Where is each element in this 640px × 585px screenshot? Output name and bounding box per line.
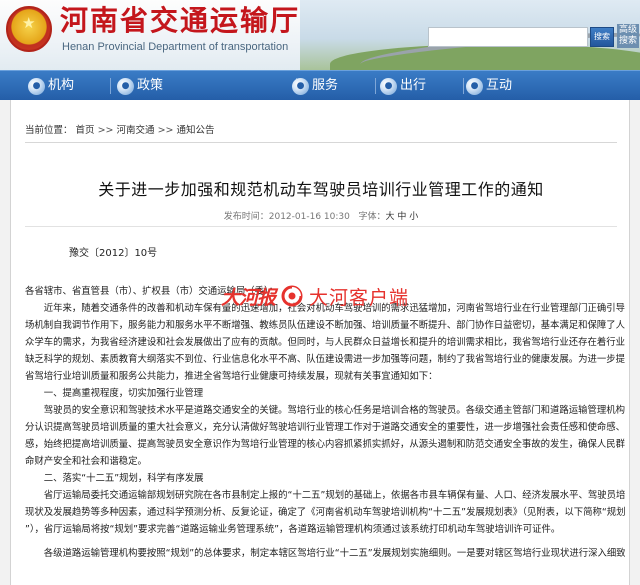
article-title: 关于进一步加强和规范机动车驾驶员培训行业管理工作的通知 xyxy=(98,180,544,199)
breadcrumb-henan-transport-link[interactable]: 河南交通 xyxy=(117,125,155,136)
dahe-client-logo: 大河客户端 xyxy=(309,286,410,309)
main-nav: ● 机构 ● 政策 ● 服务 ● 出行 ● 互动 xyxy=(0,70,640,100)
breadcrumb-separator: >> xyxy=(97,125,114,136)
nav-item-label: 机构 xyxy=(48,78,75,93)
article-line: 驾驶员的安全意识和驾驶技术水平是道路交通安全的关键。驾培行业的核心任务是培训合格… xyxy=(25,405,625,416)
services-icon: ● xyxy=(292,77,309,95)
search-input[interactable] xyxy=(428,27,588,47)
nav-divider xyxy=(463,78,464,94)
site-subtitle: Henan Provincial Department of transport… xyxy=(62,41,289,53)
article-line: 场机制自我调节作用下，服务能力和服务水平不断增强、教练员队伍建设不断加强、培训质… xyxy=(25,320,625,331)
breadcrumb-notices-link[interactable]: 通知公告 xyxy=(177,125,215,136)
article-line: ”），省厅运输局将按“规划”要求完善“道路运输业务管理系统”，各道路运输管理机构… xyxy=(25,524,561,535)
travel-icon: ● xyxy=(380,77,397,95)
meta-divider xyxy=(25,226,617,227)
article-line: 二、落实“十二五”规划，科学有序发展 xyxy=(25,473,204,484)
font-size-medium[interactable]: 中 xyxy=(397,212,406,222)
article-line: 各级道路运输管理机构要按照“规划”的总体要求，制定本辖区驾培行业“十二五”发展规… xyxy=(25,548,625,559)
publish-time: 2012-01-16 10:30 xyxy=(268,212,350,222)
search-button[interactable]: 搜索 xyxy=(590,27,614,47)
advanced-search-link[interactable]: 高级搜索 xyxy=(617,24,639,48)
content-page: 当前位置： 首页 >> 河南交通 >> 通知公告 关于进一步加强和规范机动车驾驶… xyxy=(10,100,630,585)
nav-item-interaction[interactable]: ● 互动 xyxy=(466,71,512,101)
breadcrumb-home-link[interactable]: 首页 xyxy=(76,125,95,136)
policy-icon: ● xyxy=(117,77,134,95)
dahe-newspaper-logo: 大河报 xyxy=(221,286,276,309)
article-meta: 发布时间：2012-01-16 10:30 字体：大 中 小 xyxy=(11,211,631,223)
interaction-icon: ● xyxy=(466,77,483,95)
article-line: 缺乏科学的规划、素质教育大纲落实不到位、行业信息化水平不高、队伍建设需进一步加强… xyxy=(25,354,625,365)
breadcrumb-prefix: 当前位置： xyxy=(25,125,73,136)
dahe-swirl-icon xyxy=(281,285,303,307)
search-button-label: 搜索 xyxy=(594,32,610,41)
font-size-large[interactable]: 大 xyxy=(385,212,394,222)
site-title[interactable]: 河南省交通运输厅 xyxy=(60,4,300,38)
article-line: 众学车的需求，为我省经济建设和社会发展做出了应有的贡献。但同时，与人民群众日益增… xyxy=(25,337,625,348)
nav-item-label: 互动 xyxy=(486,78,513,93)
breadcrumb-divider xyxy=(25,142,617,143)
dahe-watermark: 大河报 大河客户端 xyxy=(221,283,409,309)
article-line: 分认识提高驾驶员培训质量的重大社会意义，充分认清做好驾驶培训行业管理工作对于道路… xyxy=(25,422,625,433)
nav-item-services[interactable]: ● 服务 xyxy=(292,71,338,101)
publish-time-label: 发布时间： xyxy=(223,212,269,222)
nav-divider xyxy=(110,78,111,94)
nav-divider xyxy=(375,78,376,94)
font-size-small[interactable]: 小 xyxy=(409,212,418,222)
article-line: 省驾培行业培训质量和服务公共能力，推进全省驾培行业健康可持续发展，现就有关事宜通… xyxy=(25,371,438,382)
article-line: 感，始终把提高培训质量、提高驾驶员安全意识作为驾培行业管理的核心内容抓紧抓实抓好… xyxy=(25,439,625,450)
article-line: 一、提高重视程度，切实加强行业管理 xyxy=(25,388,204,399)
breadcrumb: 当前位置： 首页 >> 河南交通 >> 通知公告 xyxy=(25,125,215,137)
emblem-star-icon: ★ xyxy=(22,14,36,32)
nav-item-policy[interactable]: ● 政策 xyxy=(117,71,163,101)
nav-item-label: 政策 xyxy=(137,78,164,93)
nav-item-label: 出行 xyxy=(400,78,427,93)
article-line: 省厅运输局委托交通运输部规划研究院在各市县制定上报的“十二五”规划的基础上，依据… xyxy=(25,490,625,501)
nav-item-institutions[interactable]: ● 机构 xyxy=(28,71,74,101)
document-number: 豫交〔2012〕10号 xyxy=(69,248,158,259)
national-emblem-icon[interactable]: ★ xyxy=(6,6,52,52)
nav-item-label: 服务 xyxy=(312,78,339,93)
article-line: 现状及发展趋势等多种因素，通过科学预测分析、反复论证，确定了《河南省机动车驾驶培… xyxy=(25,507,625,518)
nav-item-travel[interactable]: ● 出行 xyxy=(380,71,426,101)
breadcrumb-separator: >> xyxy=(157,125,174,136)
institutions-icon: ● xyxy=(28,77,45,95)
article-line: 命财产安全和社会和谐稳定。 xyxy=(25,456,147,467)
font-size-label: 字体： xyxy=(358,212,386,222)
site-header: ★ 河南省交通运输厅 Henan Provincial Department o… xyxy=(0,0,640,70)
